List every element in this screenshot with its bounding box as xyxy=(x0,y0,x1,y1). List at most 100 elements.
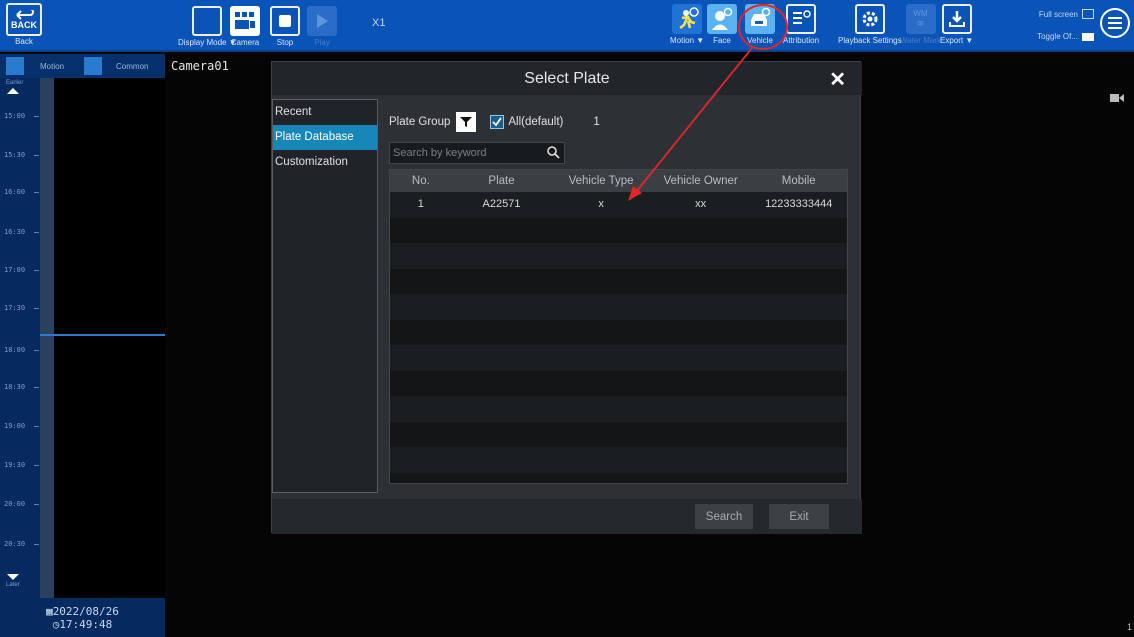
column-header-no[interactable]: No. xyxy=(390,170,452,192)
later-button[interactable]: Later xyxy=(6,574,20,588)
table-row-empty xyxy=(390,345,847,371)
nav-item-recent[interactable]: Recent xyxy=(273,100,377,125)
stop-icon xyxy=(270,6,300,36)
play-icon xyxy=(307,6,337,36)
back-icon-text: BACK xyxy=(11,19,37,30)
table-header: No. Plate Vehicle Type Vehicle Owner Mob… xyxy=(390,170,847,192)
top-toolbar: BACK Back Display Mode ▼ Camera Stop Pla… xyxy=(0,0,1134,52)
playback-settings-label: Playback Settings xyxy=(838,36,902,45)
display-mode-button[interactable]: Display Mode ▼ xyxy=(178,6,237,47)
face-search-button[interactable]: Face xyxy=(707,4,737,45)
up-arrow-icon xyxy=(7,88,19,94)
motion-tab-icon[interactable] xyxy=(6,57,24,75)
camera-record-icon xyxy=(1110,90,1124,108)
current-date: 2022/08/26 xyxy=(52,605,119,618)
fullscreen-toggle[interactable]: Full screen xyxy=(1039,9,1094,19)
time-tick: 20:00 xyxy=(4,500,40,508)
attribution-search-button[interactable]: Attribution xyxy=(783,4,819,45)
common-tab-icon[interactable] xyxy=(84,57,103,75)
toggle-button[interactable]: Toggle Of... xyxy=(1037,32,1094,41)
time-tick: 16:00 xyxy=(4,188,40,196)
back-button[interactable]: BACK Back xyxy=(6,3,42,46)
common-tab[interactable]: Common xyxy=(116,62,148,71)
timeline-sidebar: Motion Common Earlier 15:00 15:30 16:00 … xyxy=(0,54,165,637)
table-row-empty xyxy=(390,472,847,483)
cell-vehicle-type: x xyxy=(598,198,604,210)
table-row[interactable]: 1 A22571 x xx 12233333444 xyxy=(390,192,847,218)
all-default-checkbox[interactable] xyxy=(490,115,505,129)
camera-name: Camera01 xyxy=(171,59,229,73)
watermark-icon-text: WM xyxy=(913,9,928,18)
face-label: Face xyxy=(713,36,731,45)
timeline-tabs: Motion Common xyxy=(0,54,165,78)
timeline-track[interactable] xyxy=(54,78,165,598)
motion-search-icon xyxy=(672,4,703,34)
time-tick: 19:30 xyxy=(4,461,40,469)
column-header-mobile[interactable]: Mobile xyxy=(750,170,847,192)
vehicle-label: Vehicle xyxy=(747,36,773,45)
vehicle-search-button[interactable]: Vehicle xyxy=(745,4,775,45)
watermark-button[interactable]: WM ≋ Water Mark xyxy=(900,4,941,45)
attribution-label: Attribution xyxy=(783,36,820,45)
vehicle-search-icon xyxy=(745,4,775,34)
camera-grid-icon xyxy=(230,6,260,36)
current-time-marker[interactable] xyxy=(40,334,165,336)
time-ruler: Earlier 15:00 15:30 16:00 16:30 17:00 17… xyxy=(0,78,40,598)
cell-vehicle-owner: xx xyxy=(695,198,707,210)
time-tick: 17:30 xyxy=(4,304,40,312)
camera-button[interactable]: Camera xyxy=(230,6,260,47)
close-icon[interactable]: ✕ xyxy=(829,67,846,92)
table-row-empty xyxy=(390,447,847,473)
dialog-nav: Recent Plate Database Customization xyxy=(272,99,378,493)
filter-button[interactable] xyxy=(456,112,477,132)
motion-search-button[interactable]: Motion ▼ xyxy=(670,4,704,45)
back-label: Back xyxy=(15,37,33,46)
current-time: 17:49:48 xyxy=(59,618,113,631)
time-tick: 15:30 xyxy=(4,151,40,159)
earlier-button[interactable]: Earlier xyxy=(6,80,23,94)
cell-plate: A22571 xyxy=(482,198,521,210)
table-row-empty xyxy=(390,319,847,345)
plate-count: 1 xyxy=(593,116,600,128)
search-button[interactable]: Search xyxy=(695,504,753,529)
time-tick: 19:00 xyxy=(4,422,40,430)
keyword-search-input[interactable]: Search by keyword xyxy=(389,142,565,164)
motion-label: Motion ▼ xyxy=(670,36,705,45)
nav-item-customization[interactable]: Customization xyxy=(273,150,377,175)
column-header-vehicle-owner[interactable]: Vehicle Owner xyxy=(651,170,751,192)
camera-label: Camera xyxy=(230,38,260,47)
nav-item-plate-database[interactable]: Plate Database xyxy=(273,125,377,150)
playback-screen: BACK Back Display Mode ▼ Camera Stop Pla… xyxy=(0,0,1134,637)
playback-speed[interactable]: X1 xyxy=(372,17,385,29)
playback-settings-button[interactable]: Playback Settings xyxy=(838,4,902,45)
all-default-label: All(default) xyxy=(508,116,564,128)
export-button[interactable]: Export ▼ xyxy=(940,4,973,45)
dialog-footer: Search Exit xyxy=(272,499,862,534)
export-label: Export ▼ xyxy=(940,36,974,45)
fullscreen-icon xyxy=(1082,9,1094,19)
exit-button[interactable]: Exit xyxy=(769,504,829,529)
down-arrow-icon xyxy=(7,574,19,580)
time-tick: 18:30 xyxy=(4,383,40,391)
column-header-plate[interactable]: Plate xyxy=(452,170,552,192)
channel-number: 1 xyxy=(1127,622,1133,632)
stop-button[interactable]: Stop xyxy=(270,6,300,47)
check-icon xyxy=(492,117,503,127)
timeline-rail[interactable] xyxy=(40,78,54,598)
display-mode-label: Display Mode ▼ xyxy=(178,38,237,47)
main-menu-button[interactable] xyxy=(1100,8,1130,38)
table-body: 1 A22571 x xx 12233333444 xyxy=(390,192,847,483)
table-row-empty xyxy=(390,396,847,422)
face-search-icon xyxy=(707,4,737,34)
time-tick: 18:00 xyxy=(4,346,40,354)
motion-tab[interactable]: Motion xyxy=(40,62,64,71)
play-button[interactable]: Play xyxy=(307,6,337,47)
table-row-empty xyxy=(390,268,847,294)
table-row-empty xyxy=(390,370,847,396)
column-header-vehicle-type[interactable]: Vehicle Type xyxy=(551,170,651,192)
play-label: Play xyxy=(314,38,330,47)
search-icon[interactable] xyxy=(546,145,560,159)
attribution-search-icon xyxy=(786,4,817,34)
download-icon xyxy=(941,4,972,34)
current-datetime: ▦2022/08/26 ◷17:49:48 xyxy=(0,599,165,637)
